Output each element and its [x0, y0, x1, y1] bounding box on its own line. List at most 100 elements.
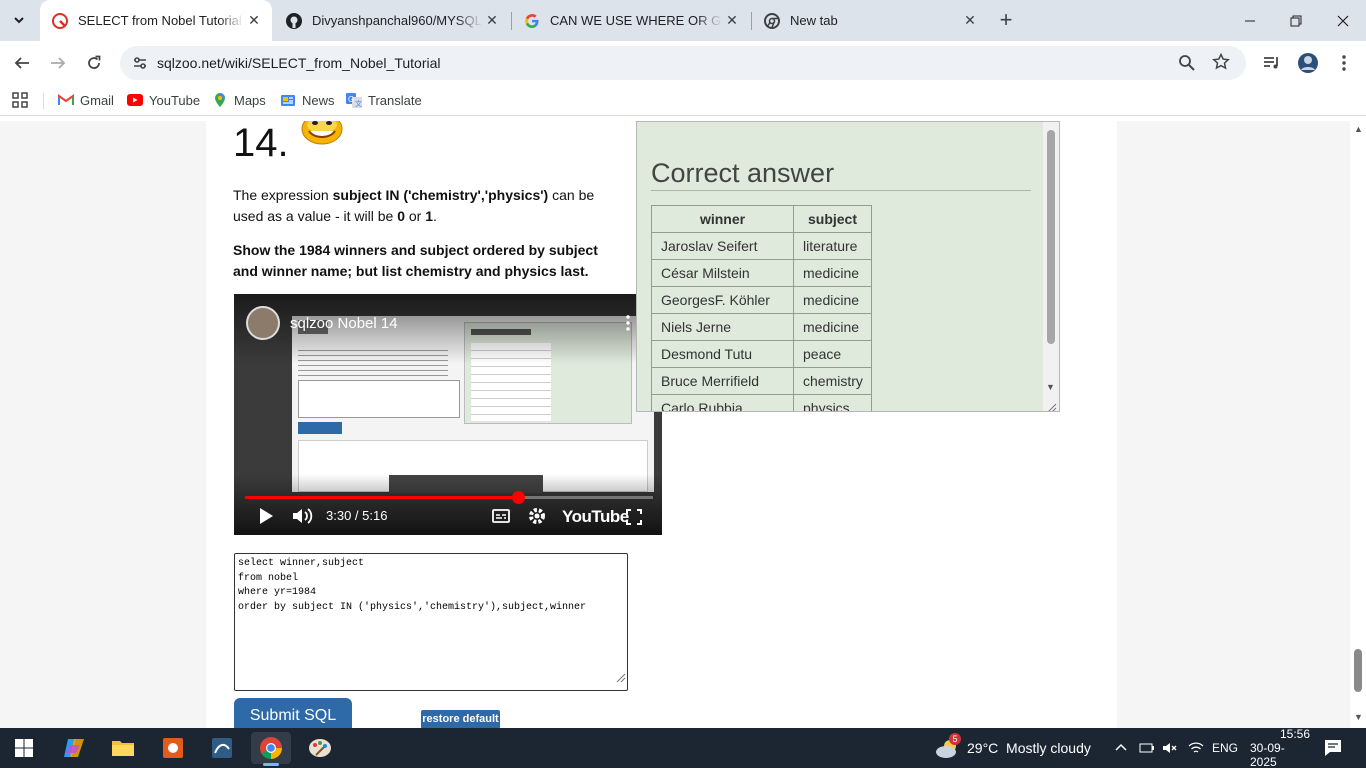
notifications-icon[interactable] [1324, 728, 1342, 768]
resize-handle-icon[interactable] [616, 673, 626, 690]
channel-avatar[interactable] [246, 306, 280, 340]
volume-icon[interactable] [292, 507, 314, 530]
video-progress-fill [245, 496, 519, 499]
sql-editor[interactable]: select winner,subject from nobel where yr=… [234, 553, 628, 691]
clock[interactable]: 15:56 30-09-2025 [1250, 727, 1310, 769]
winner-cell: GeorgesF. Köhler [651, 286, 794, 314]
scroll-down-arrow-icon[interactable]: ▼ [1046, 382, 1055, 392]
tab-google[interactable]: CAN WE USE WHERE OR GROUP BY ✕ [512, 0, 750, 41]
close-tab-icon[interactable]: ✕ [722, 11, 742, 31]
weather-widget[interactable]: 5 29°C Mostly cloudy [935, 728, 1091, 768]
tab-title: CAN WE USE WHERE OR GROUP BY [550, 13, 722, 28]
back-button[interactable] [8, 49, 36, 77]
menu-button[interactable] [1330, 49, 1358, 77]
address-bar[interactable]: sqlzoo.net/wiki/SELECT_from_Nobel_Tutori… [120, 46, 1246, 80]
file-explorer-icon[interactable] [103, 732, 143, 764]
bookmark-gmail[interactable]: Gmail [58, 90, 114, 110]
tab-new-tab[interactable]: New tab ✕ [752, 0, 988, 41]
youtube-video-player[interactable]: sqlzoo Nobel 14 3:30 / 5:16 YouTube [234, 294, 662, 535]
bookmark-label: Maps [234, 92, 266, 108]
browser-window: SELECT from Nobel Tutorial - SQLZoo ✕ Di… [0, 0, 1366, 728]
profile-avatar[interactable] [1294, 49, 1322, 77]
copilot-icon[interactable] [54, 732, 94, 764]
submit-sql-button[interactable]: Submit SQL [234, 698, 352, 728]
sqlzoo-favicon-icon [52, 12, 68, 29]
zoom-icon[interactable] [1178, 54, 1196, 77]
table-row: Niels Jerne medicine [651, 313, 872, 341]
apps-button[interactable] [12, 90, 28, 110]
play-icon[interactable] [258, 507, 274, 530]
news-icon [280, 92, 296, 108]
cloudy-weather-icon: 5 [935, 733, 961, 759]
app-icon-orange[interactable] [153, 732, 193, 764]
forward-button[interactable] [44, 49, 72, 77]
bookmark-star-icon[interactable] [1212, 52, 1230, 76]
table-row: César Milstein medicine [651, 259, 872, 287]
winner-cell: Carlo Rubbia [651, 394, 794, 411]
close-tab-icon[interactable]: ✕ [244, 11, 264, 31]
tab-github[interactable]: Divyanshpanchal960/MYSQL: SQL queries ✕ [274, 0, 510, 41]
bookmark-news[interactable]: News [280, 90, 335, 110]
volume-muted-icon[interactable] [1162, 728, 1178, 768]
question-task: Show the 1984 winners and subject ordere… [233, 242, 598, 279]
clock-date: 30-09-2025 [1250, 741, 1285, 769]
paint-icon[interactable] [300, 732, 340, 764]
video-progress-track[interactable] [245, 491, 653, 504]
chrome-taskbar-icon[interactable] [251, 732, 291, 766]
tutorial-page: 14. The expression subject IN ('chemistr… [206, 121, 1117, 728]
fullscreen-icon[interactable] [626, 509, 642, 530]
maps-pin-icon [212, 92, 228, 108]
translate-icon: G文 [346, 92, 362, 108]
page-viewport: 14. The expression subject IN ('chemistr… [0, 121, 1350, 728]
close-tab-icon[interactable]: ✕ [482, 11, 502, 31]
table-row: GeorgesF. Köhler medicine [651, 286, 872, 314]
correct-answer-panel[interactable]: Correct answer winner subject Jaroslav S… [636, 121, 1060, 412]
tab-strip: SELECT from Nobel Tutorial - SQLZoo ✕ Di… [0, 0, 1366, 41]
site-info-icon[interactable] [128, 51, 152, 75]
subject-cell: chemistry [793, 367, 872, 395]
media-control-button[interactable] [1258, 49, 1286, 77]
page-scroll-thumb[interactable] [1354, 649, 1362, 692]
bookmark-maps[interactable]: Maps [212, 90, 266, 110]
video-time: 3:30 / 5:16 [326, 508, 388, 523]
video-title[interactable]: sqlzoo Nobel 14 [290, 315, 398, 332]
chrome-icon [764, 12, 780, 29]
sql-line: select winner,subject [238, 558, 365, 569]
tab-search-button[interactable] [6, 7, 32, 33]
video-more-icon[interactable] [625, 315, 631, 336]
mysql-workbench-icon[interactable] [202, 732, 242, 764]
tab-sqlzoo[interactable]: SELECT from Nobel Tutorial - SQLZoo ✕ [40, 0, 272, 41]
youtube-logo[interactable]: YouTube [562, 507, 629, 527]
bookmark-label: Translate [368, 92, 422, 108]
scroll-up-arrow-icon[interactable]: ▲ [1354, 124, 1363, 134]
reload-button[interactable] [80, 49, 108, 77]
google-icon [524, 13, 540, 29]
bookmark-label: News [302, 92, 335, 108]
sql-line: from nobel [238, 572, 299, 584]
wifi-icon[interactable] [1188, 728, 1204, 768]
battery-icon[interactable] [1139, 728, 1155, 768]
restore-default-button[interactable]: restore default [421, 710, 500, 728]
bookmark-youtube[interactable]: YouTube [127, 90, 200, 110]
table-row: Jaroslav Seifert literature [651, 232, 872, 260]
answer-scrollbar[interactable]: ▼ [1043, 122, 1059, 411]
subject-cell: medicine [793, 259, 872, 287]
scroll-down-arrow-icon[interactable]: ▼ [1354, 712, 1363, 722]
settings-gear-icon[interactable] [528, 507, 546, 530]
language-indicator[interactable]: ENG [1212, 728, 1238, 768]
new-tab-button[interactable]: + [994, 7, 1018, 32]
subtitles-icon[interactable] [492, 509, 510, 528]
minimize-button[interactable] [1227, 0, 1273, 41]
close-tab-icon[interactable]: ✕ [960, 11, 980, 31]
show-hidden-icons-button[interactable] [1115, 728, 1127, 768]
tab-title: SELECT from Nobel Tutorial - SQLZoo [78, 13, 244, 28]
bookmark-translate[interactable]: G文 Translate [346, 90, 422, 110]
table-row: Carlo Rubbia physics [651, 394, 872, 411]
close-window-button[interactable] [1320, 0, 1366, 41]
answer-table: winner subject Jaroslav Seifert literatur… [651, 205, 872, 411]
answer-scroll-thumb[interactable] [1047, 130, 1055, 344]
resize-handle-icon[interactable] [1047, 400, 1057, 411]
start-button[interactable] [4, 732, 44, 764]
restore-button[interactable] [1273, 0, 1319, 41]
page-scrollbar[interactable]: ▲ ▼ [1350, 121, 1366, 728]
